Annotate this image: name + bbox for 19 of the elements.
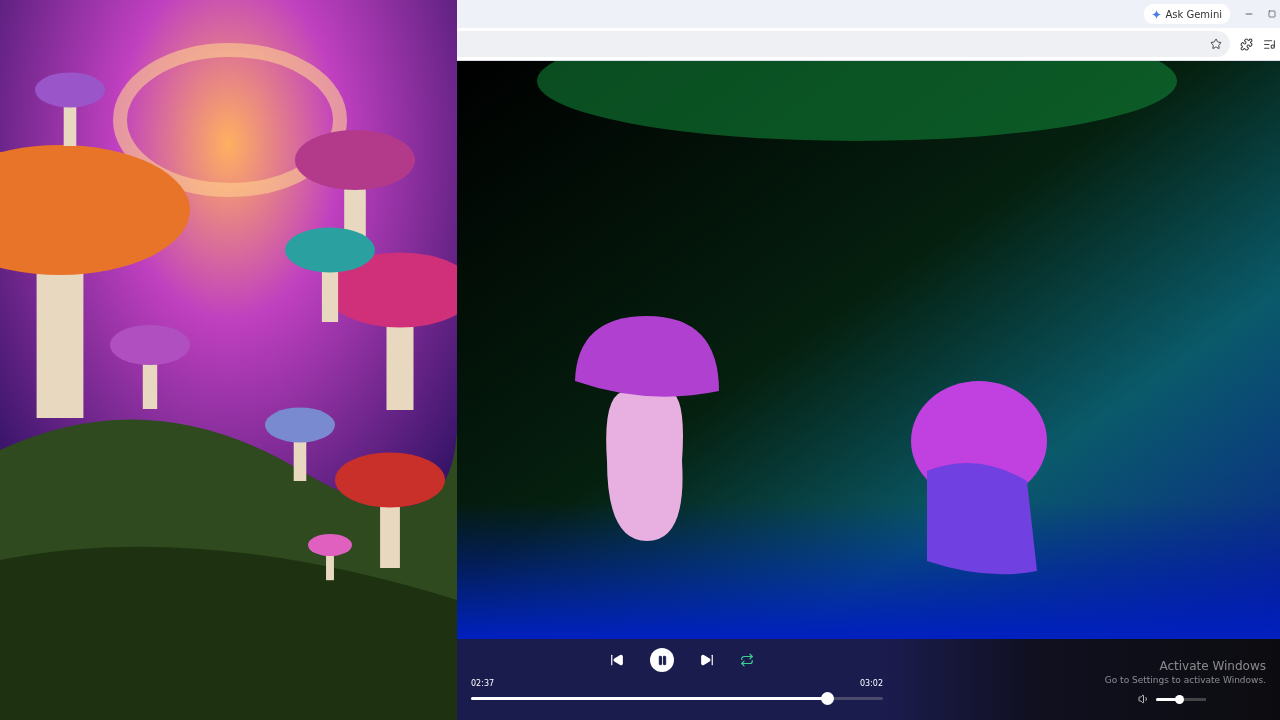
repeat-button[interactable] bbox=[740, 653, 754, 667]
pause-icon bbox=[656, 654, 668, 666]
pause-button[interactable] bbox=[650, 648, 674, 672]
extensions-icon[interactable] bbox=[1240, 37, 1253, 51]
ask-gemini-button[interactable]: Ask Gemini bbox=[1144, 4, 1230, 24]
star-icon[interactable] bbox=[1210, 38, 1222, 50]
duration-time: 03:02 bbox=[859, 679, 883, 688]
volume-thumb[interactable] bbox=[1174, 694, 1184, 704]
restore-button[interactable] bbox=[1268, 10, 1276, 18]
volume-icon[interactable] bbox=[1138, 693, 1150, 705]
elapsed-time: 02:37 bbox=[471, 679, 495, 688]
next-button[interactable] bbox=[700, 653, 714, 667]
activation-title: Activate Windows bbox=[1159, 659, 1266, 673]
activation-message: Go to Settings to activate Windows. bbox=[1104, 675, 1266, 685]
progress-thumb[interactable] bbox=[820, 692, 834, 705]
previous-button[interactable] bbox=[610, 653, 624, 667]
media-list-icon[interactable] bbox=[1263, 37, 1276, 51]
sparkle-icon bbox=[1152, 9, 1162, 19]
restore-icon bbox=[1268, 10, 1276, 18]
